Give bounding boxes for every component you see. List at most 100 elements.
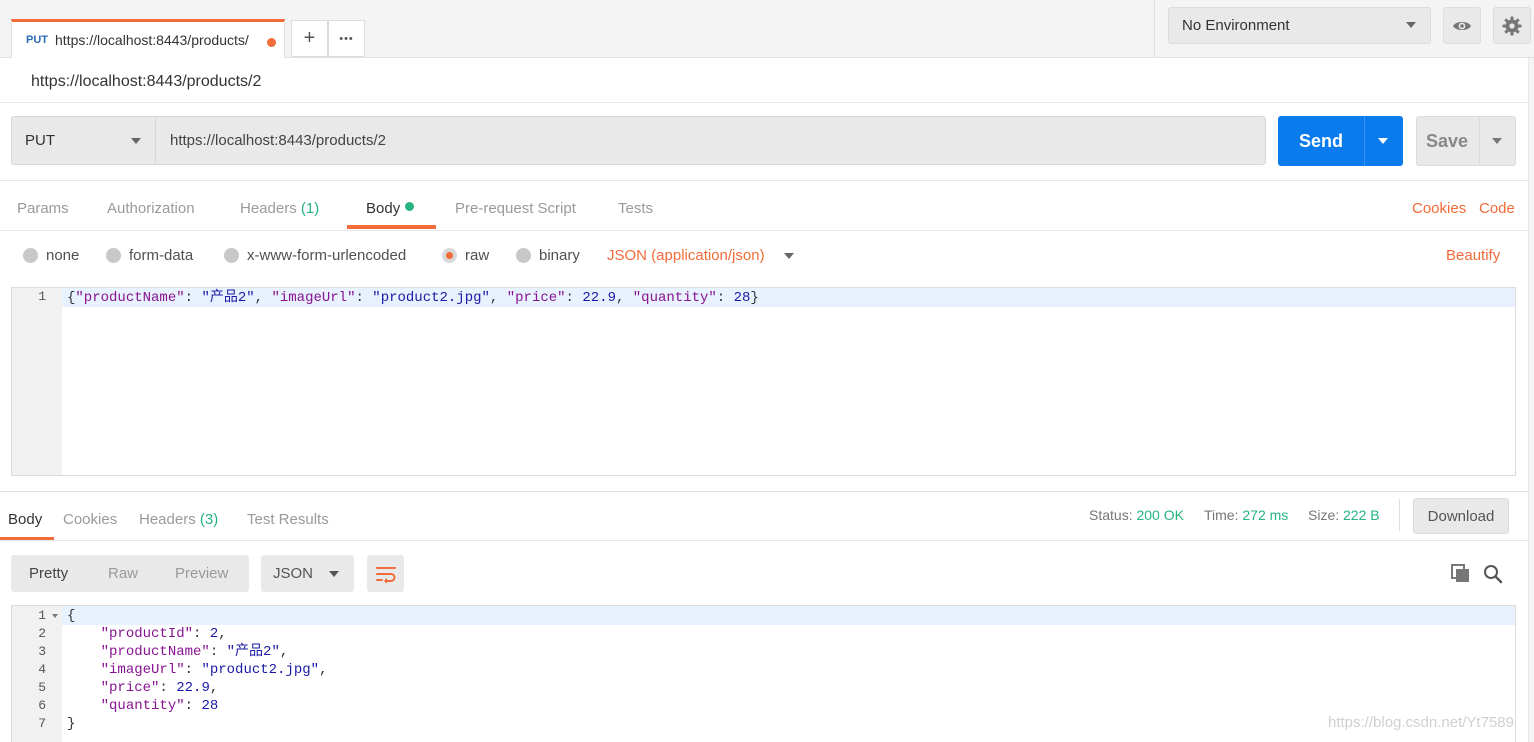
json-string: "产品2" — [226, 644, 280, 660]
save-label: Save — [1425, 130, 1469, 151]
settings-button[interactable] — [1493, 7, 1531, 44]
send-options-chevron-icon[interactable] — [1378, 138, 1388, 144]
json-brace: { — [67, 608, 76, 624]
chevron-down-icon — [1406, 22, 1416, 28]
response-view-mode-group: Pretty Raw Preview — [11, 555, 249, 592]
radio-circle-icon — [106, 248, 121, 263]
response-size: Size: 222 B — [1308, 507, 1380, 523]
wrap-lines-icon — [375, 566, 396, 583]
time-label: Time: — [1204, 507, 1239, 523]
size-value: 222 B — [1343, 507, 1380, 523]
wrap-lines-button[interactable] — [367, 555, 404, 592]
view-pretty-button[interactable]: Pretty — [29, 555, 68, 592]
json-brace: } — [750, 290, 759, 306]
divider — [0, 102, 1528, 103]
request-body-code[interactable]: {"productName": "产品2", "imageUrl": "prod… — [67, 289, 759, 307]
json-key: "productId" — [100, 626, 194, 642]
tab-body[interactable]: Body — [366, 200, 415, 217]
radio-binary-label: binary — [539, 247, 580, 264]
radio-form-data-label: form-data — [129, 247, 194, 264]
request-tab-url: https://localhost:8443/products/ — [55, 32, 249, 48]
chevron-down-icon[interactable] — [784, 253, 794, 259]
json-comma: , — [218, 626, 227, 642]
radio-form-data[interactable]: form-data — [106, 247, 193, 264]
response-body-viewer[interactable]: 1 2 3 4 5 6 7 { "productId": 2, "product… — [11, 605, 1516, 742]
json-line: "productId": 2, — [100, 626, 227, 642]
json-number: 2 — [209, 626, 219, 642]
tab-tests[interactable]: Tests — [618, 200, 653, 217]
line-number: 3 — [38, 644, 46, 659]
tab-params[interactable]: Params — [17, 200, 69, 217]
json-comma: , — [209, 680, 219, 696]
radio-urlencoded[interactable]: x-www-form-urlencoded — [224, 247, 406, 264]
tab-headers[interactable]: Headers (1) — [240, 200, 319, 217]
radio-binary[interactable]: binary — [516, 247, 580, 264]
view-preview-button[interactable]: Preview — [175, 555, 228, 592]
divider — [1399, 499, 1400, 531]
download-button[interactable]: Download — [1413, 498, 1509, 534]
divider — [1479, 117, 1480, 165]
line-number: 4 — [38, 662, 46, 677]
response-tab-headers[interactable]: Headers (3) — [139, 511, 218, 528]
send-button[interactable]: Send — [1278, 116, 1403, 166]
search-button[interactable] — [1483, 564, 1503, 588]
radio-circle-icon — [516, 248, 531, 263]
environment-select[interactable]: No Environment — [1168, 7, 1431, 44]
response-tab-headers-count: (3) — [199, 511, 219, 528]
new-tab-button[interactable]: + — [291, 20, 328, 57]
json-key: "price" — [100, 680, 160, 696]
view-raw-button[interactable]: Raw — [108, 555, 138, 592]
json-number: 28 — [733, 290, 751, 306]
chevron-down-icon — [131, 138, 141, 144]
beautify-link[interactable]: Beautify — [1446, 247, 1500, 264]
response-tab-headers-label: Headers — [139, 511, 196, 528]
tab-authorization[interactable]: Authorization — [107, 200, 195, 217]
json-key: "price" — [506, 290, 566, 306]
save-options-chevron-icon[interactable] — [1492, 138, 1502, 144]
environment-quick-look-button[interactable] — [1443, 7, 1481, 44]
method-label: PUT — [25, 132, 55, 149]
copy-button[interactable] — [1451, 564, 1470, 587]
json-comma: , — [279, 644, 289, 660]
request-title: https://localhost:8443/products/2 — [31, 73, 262, 90]
code-link[interactable]: Code — [1479, 200, 1515, 217]
content-type-select[interactable]: JSON (application/json) — [607, 247, 765, 264]
divider — [0, 230, 1528, 231]
json-line: "quantity": 28 — [100, 698, 219, 714]
response-format-select[interactable]: JSON — [261, 555, 354, 592]
tab-prerequest-script[interactable]: Pre-request Script — [455, 200, 576, 217]
fold-chevron-icon[interactable] — [52, 614, 58, 618]
search-icon — [1484, 565, 1503, 584]
send-label: Send — [1298, 130, 1343, 151]
plus-icon: + — [303, 27, 316, 49]
unsaved-dot-icon — [267, 38, 276, 47]
request-body-editor[interactable]: 1 {"productName": "产品2", "imageUrl": "pr… — [11, 287, 1516, 476]
cookies-link[interactable]: Cookies — [1412, 200, 1466, 217]
url-bar: PUT https://localhost:8443/products/2 — [11, 116, 1266, 165]
divider — [0, 180, 1528, 181]
tab-headers-count: (1) — [300, 200, 320, 217]
divider — [0, 540, 1528, 541]
radio-raw[interactable]: raw — [442, 247, 489, 264]
divider — [1364, 116, 1365, 166]
environment-label: No Environment — [1182, 17, 1290, 34]
json-string: "product2.jpg" — [201, 662, 320, 678]
tab-options-button[interactable]: ••• — [328, 20, 365, 57]
size-label: Size: — [1308, 507, 1340, 523]
status-dot-icon — [405, 202, 415, 211]
method-select[interactable]: PUT — [12, 117, 156, 164]
url-input[interactable]: https://localhost:8443/products/2 — [170, 117, 386, 164]
format-label: JSON — [273, 565, 314, 582]
more-dots-icon: ••• — [339, 32, 354, 45]
line-number: 1 — [38, 289, 46, 304]
tab-body-label: Body — [366, 200, 401, 217]
response-tab-cookies[interactable]: Cookies — [63, 511, 117, 528]
save-button[interactable]: Save — [1416, 116, 1516, 166]
response-tab-body[interactable]: Body — [8, 511, 42, 528]
response-tab-test-results[interactable]: Test Results — [247, 511, 329, 528]
json-comma: , — [319, 662, 328, 678]
radio-none[interactable]: none — [23, 247, 79, 264]
json-number: 28 — [201, 698, 219, 714]
request-tab[interactable]: PUT https://localhost:8443/products/ — [11, 19, 285, 58]
page-scrollbar[interactable] — [1528, 58, 1534, 742]
